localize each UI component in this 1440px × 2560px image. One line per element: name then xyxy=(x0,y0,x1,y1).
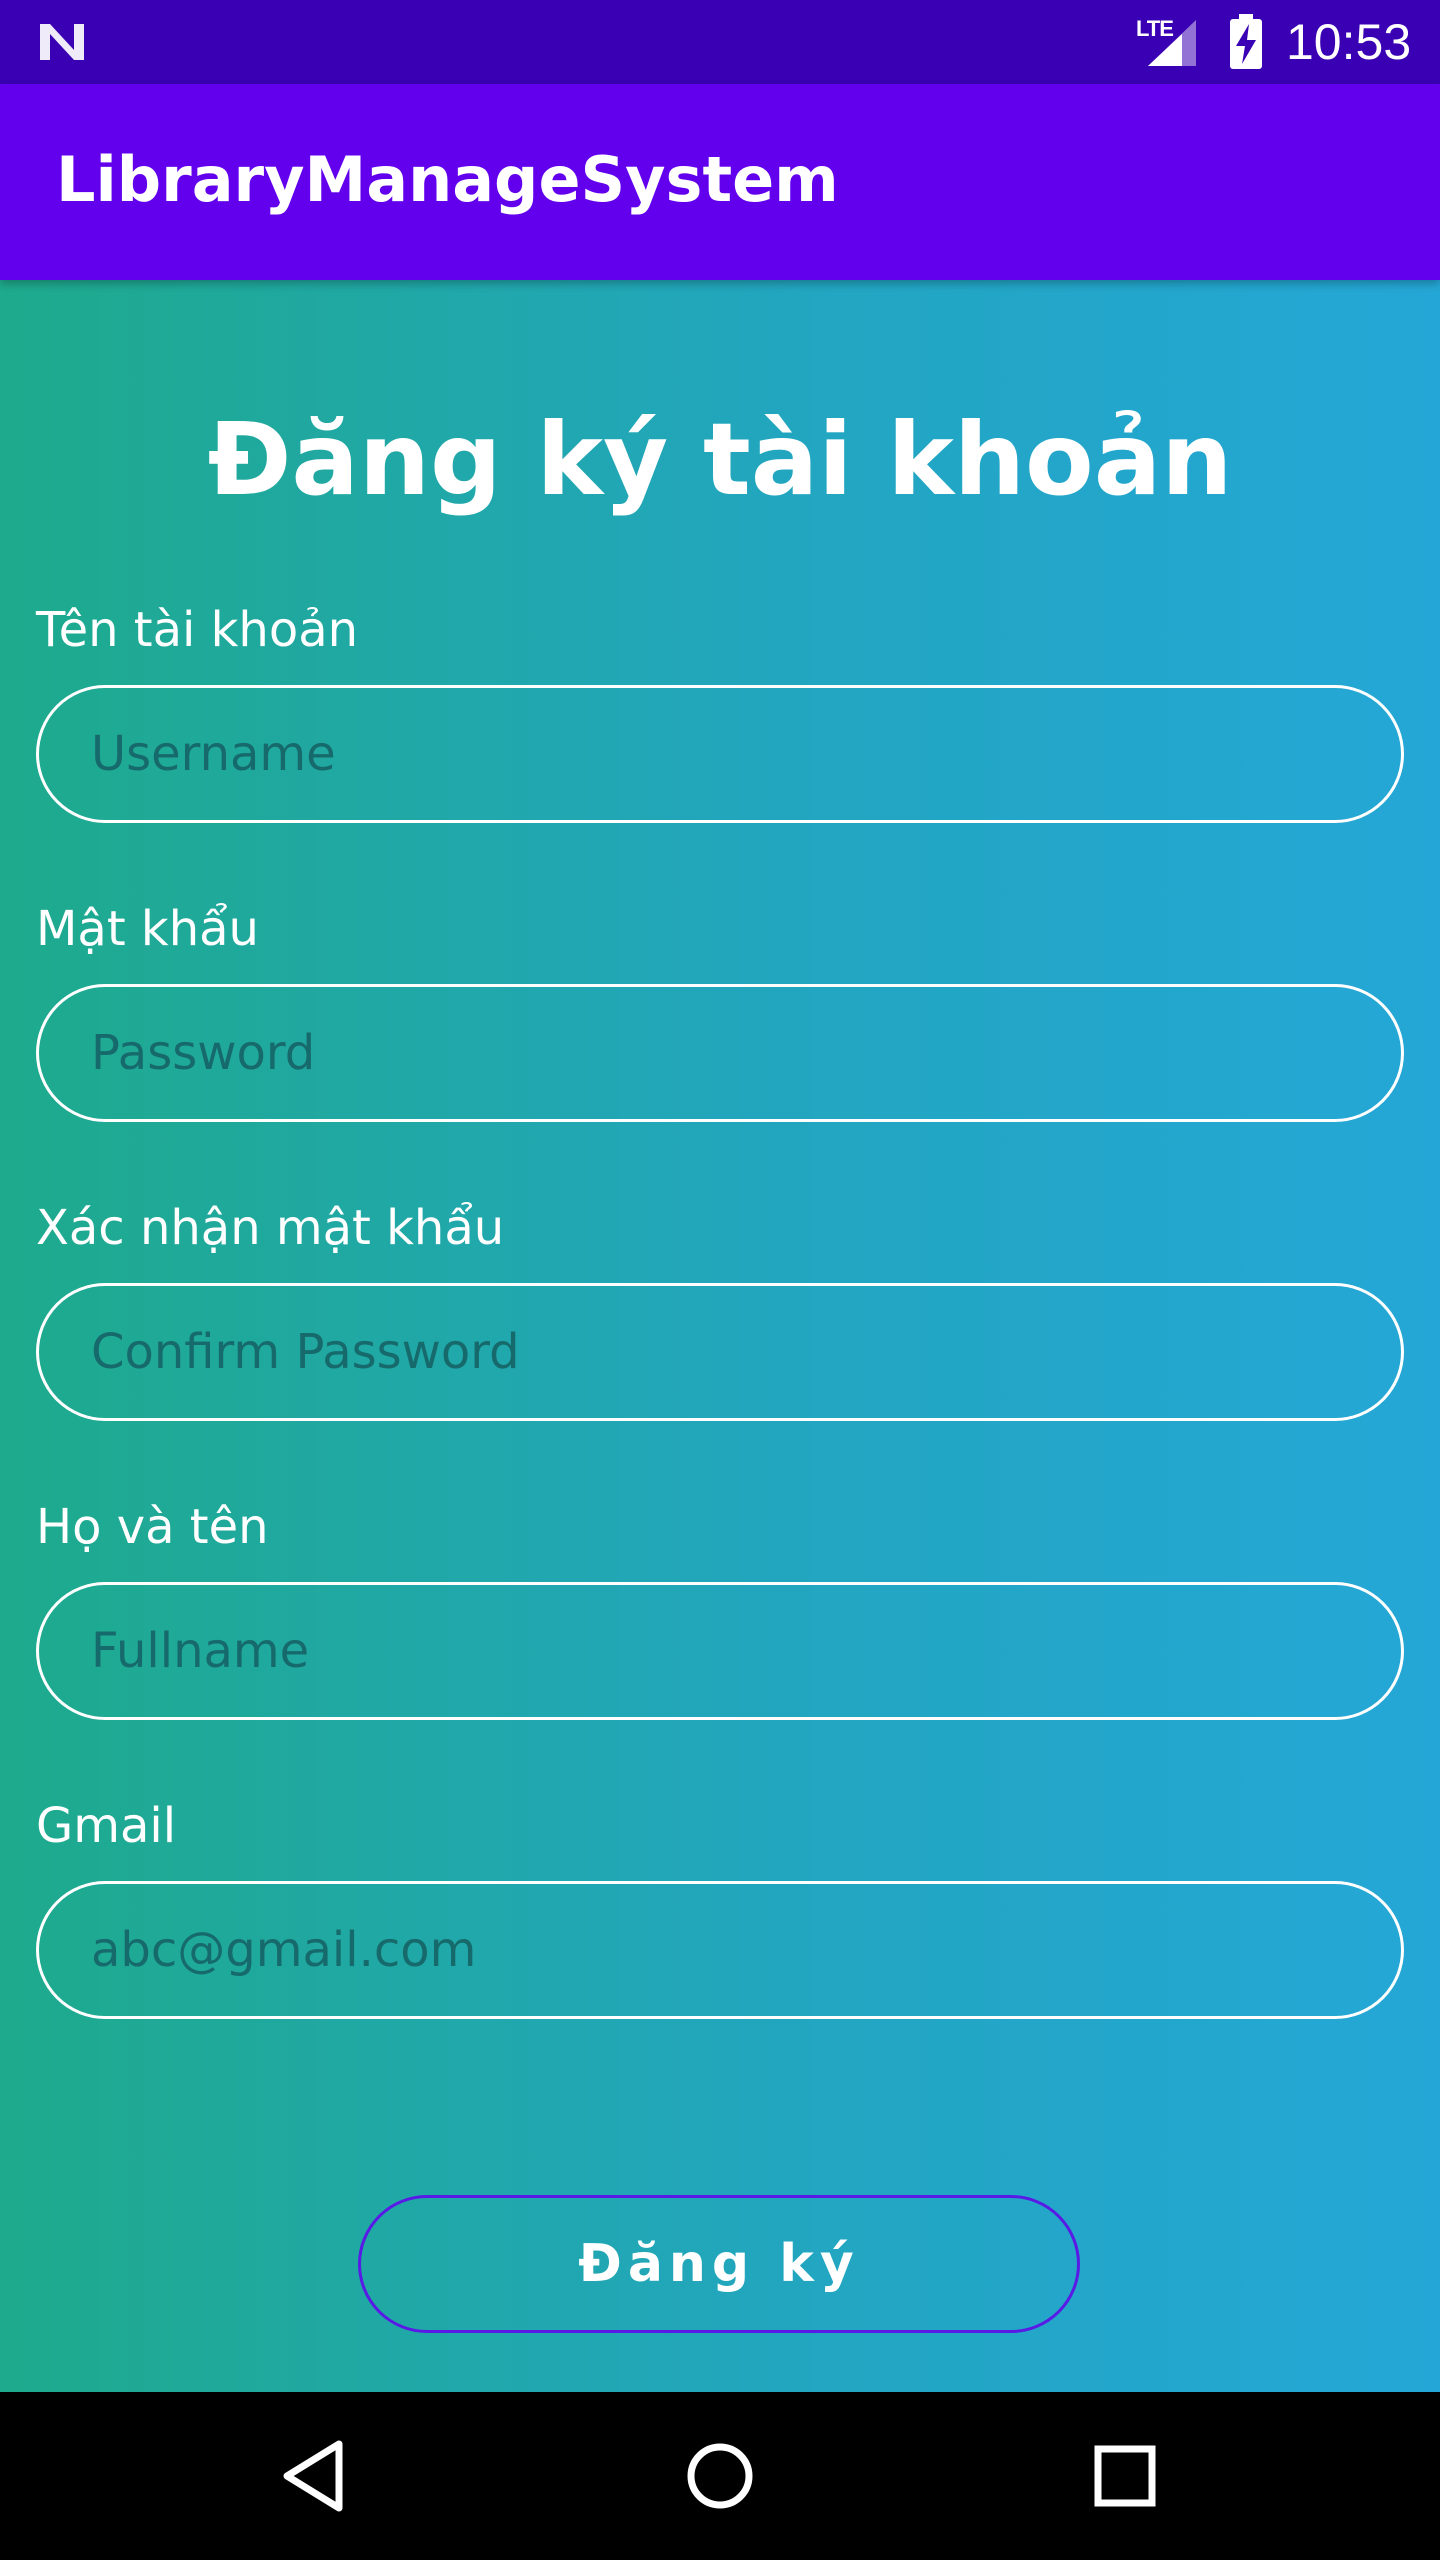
battery-charging-icon xyxy=(1230,14,1262,69)
recents-button[interactable] xyxy=(1075,2426,1175,2526)
register-form: Đăng ký tài khoản Tên tài khoản Mật khẩu… xyxy=(0,280,1440,2392)
gmail-input[interactable] xyxy=(36,1881,1404,2019)
clock: 10:53 xyxy=(1286,14,1412,70)
back-button[interactable] xyxy=(265,2426,365,2526)
password-input[interactable] xyxy=(36,984,1404,1122)
fullname-input[interactable] xyxy=(36,1582,1404,1720)
confirm-password-label: Xác nhận mật khẩu xyxy=(36,1200,505,1256)
recents-icon xyxy=(1094,2445,1156,2507)
n-logo-icon xyxy=(40,24,84,60)
app-title: LibraryManageSystem xyxy=(56,143,839,216)
navigation-bar xyxy=(0,2392,1440,2560)
home-icon xyxy=(687,2443,753,2509)
register-button[interactable]: Đăng ký xyxy=(358,2195,1080,2333)
password-label: Mật khẩu xyxy=(36,901,259,957)
confirm-password-input[interactable] xyxy=(36,1283,1404,1421)
status-bar: LTE 10:53 xyxy=(0,0,1440,84)
fullname-label: Họ và tên xyxy=(36,1499,269,1555)
gmail-label: Gmail xyxy=(36,1798,177,1854)
username-input[interactable] xyxy=(36,685,1404,823)
back-icon xyxy=(283,2440,343,2512)
app-bar: LibraryManageSystem xyxy=(0,84,1440,280)
register-screen: LTE 10:53 LibraryManageSystem Đăng ký tà… xyxy=(0,0,1440,2560)
home-button[interactable] xyxy=(670,2426,770,2526)
username-label: Tên tài khoản xyxy=(36,602,359,658)
signal-icon xyxy=(1148,20,1196,66)
page-title: Đăng ký tài khoản xyxy=(207,401,1233,518)
